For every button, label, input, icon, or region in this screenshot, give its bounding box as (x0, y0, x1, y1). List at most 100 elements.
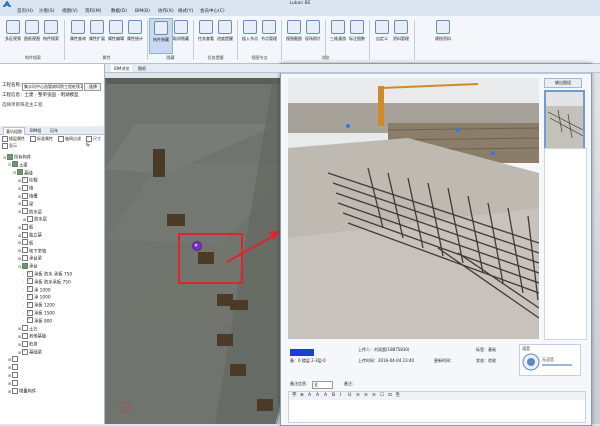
tree-node[interactable]: ·承板 800 (23, 317, 52, 324)
tree-checkbox[interactable] (12, 379, 18, 386)
editor-tool-button[interactable]: ≡ (356, 392, 360, 400)
checkbox[interactable] (30, 135, 36, 142)
tree-node[interactable]: ⊟ 基础 (13, 169, 33, 176)
tree-checkbox[interactable] (27, 278, 33, 285)
menu-sandbox[interactable]: 沙盘(S) (39, 7, 54, 16)
tree-node[interactable]: ⊞ 墙槽 (18, 192, 38, 200)
tree-checkbox[interactable] (27, 286, 33, 293)
ribbon-site-photo-button[interactable]: 现场照片 (302, 18, 324, 52)
tab-structure[interactable]: 基坑组图 (3, 127, 25, 135)
editor-tool-button[interactable]: ≡ (364, 392, 368, 400)
tree-checkbox[interactable] (12, 161, 18, 168)
checkbox[interactable] (58, 135, 64, 142)
comment-editor[interactable] (288, 400, 586, 423)
tree-checkbox[interactable] (22, 325, 28, 332)
editor-tool-button[interactable]: B (332, 392, 335, 400)
standard-filter-option[interactable]: 标准属性 (30, 135, 53, 142)
editor-tool-button[interactable]: A (324, 392, 327, 400)
remark-type-select[interactable]: 全 (312, 381, 333, 389)
tree-node[interactable]: ⊞ 防水层 (23, 215, 47, 223)
tree-node[interactable]: ⊞ 墙 (18, 184, 33, 192)
tree-checkbox[interactable] (27, 309, 33, 316)
editor-tool-button[interactable]: U (348, 392, 351, 400)
checkbox[interactable] (86, 135, 92, 142)
voice-progress-bar[interactable] (542, 364, 572, 366)
menu-style[interactable]: 样式(Y) (178, 7, 193, 16)
display-option[interactable]: 显示 (2, 142, 17, 149)
editor-tool-button[interactable]: ≡ (372, 392, 376, 400)
menu-home[interactable]: 首页(H) (17, 7, 33, 16)
voice-play-icon[interactable] (522, 353, 540, 371)
ribbon-annotation-button[interactable]: 标注图数 (346, 18, 368, 52)
menu-collab[interactable]: 协作(X) (158, 7, 174, 16)
tree-checkbox[interactable] (12, 371, 18, 378)
site-photo[interactable] (288, 78, 539, 339)
tree-checkbox[interactable] (27, 293, 33, 300)
tab-drawing[interactable]: 图纸 (135, 65, 149, 72)
photo-thumbnail[interactable] (544, 90, 585, 150)
tree-node[interactable]: ·承板 防水 承板 750 (23, 270, 72, 278)
tree-checkbox[interactable] (12, 387, 18, 394)
checkbox[interactable] (2, 135, 8, 142)
tree-checkbox[interactable] (22, 254, 28, 261)
tree-node[interactable]: ⊞ 其他基础 (18, 332, 46, 340)
editor-tool-button[interactable]: ⊕ (300, 392, 304, 400)
tab-history[interactable]: 历年 (48, 127, 60, 134)
ribbon-component-search-button[interactable]: 构件搜索 (40, 18, 62, 52)
photo-marker-icon[interactable] (192, 241, 202, 251)
tree-checkbox[interactable] (17, 169, 23, 176)
tree-node[interactable]: ⊞ 承台梁 (18, 254, 42, 262)
tree-checkbox[interactable] (27, 215, 33, 222)
tree-checkbox[interactable] (22, 223, 28, 230)
tab-bim[interactable]: BIM组 (28, 127, 43, 134)
editor-tool-button[interactable]: I (340, 392, 341, 400)
editor-tool-button[interactable]: A (308, 392, 311, 400)
tree-checkbox[interactable] (22, 200, 28, 207)
tree-node[interactable]: ⊞ (8, 364, 19, 371)
tree-checkbox[interactable] (22, 231, 28, 238)
tree-checkbox[interactable] (27, 317, 33, 324)
tree-node[interactable]: ·承板 防水承板 750 (23, 278, 71, 285)
filter-row[interactable]: 选择项目筛选主工程 (2, 102, 43, 110)
axis-filter-option[interactable]: 轴网过滤 (58, 135, 81, 142)
editor-tool-button[interactable]: ⊡ (388, 392, 392, 400)
tree-node[interactable]: ⊞ (8, 371, 19, 378)
tree-node[interactable]: ⊞ 板 (18, 223, 33, 231)
tree-node[interactable]: ⊟ 土建 (8, 161, 28, 168)
tree-checkbox[interactable] (22, 348, 28, 355)
menu-material[interactable]: 资料(M) (85, 7, 101, 16)
tree-checkbox[interactable] (7, 153, 13, 160)
tree-checkbox[interactable] (22, 239, 28, 246)
menu-member[interactable]: 会员中心(C) (200, 7, 225, 16)
editor-tool-button[interactable]: ⎘ (396, 392, 400, 400)
menu-view[interactable]: 视图(V) (62, 7, 78, 16)
ribbon-material-manage-button[interactable]: 资料管理 (390, 18, 412, 52)
tree-checkbox[interactable] (27, 270, 33, 277)
tree-node[interactable]: ⊟ 承台 (18, 262, 38, 270)
tree-node[interactable]: ⊟ 所有构件 (3, 153, 31, 161)
tree-node[interactable]: ⊞ 土方 (18, 325, 38, 332)
tree-checkbox[interactable] (12, 356, 18, 363)
tree-checkbox[interactable] (22, 176, 28, 183)
tree-node[interactable]: ·承 1000 (23, 293, 51, 301)
dimension-option[interactable]: 尺寸标 (86, 135, 104, 148)
schedule-value[interactable]: 土建 - 整单张国 - 明湖模型 (25, 93, 79, 98)
menu-bim[interactable]: BIM(B) (135, 7, 150, 16)
tree-node[interactable]: ⊞ 增量构件 (8, 387, 36, 395)
tree-checkbox[interactable] (22, 184, 28, 191)
tree-node[interactable]: ⊞ 独立基 (18, 231, 42, 239)
tree-node[interactable]: ·承板 1500 (23, 309, 55, 317)
project-select[interactable]: 集水坑中心血管病科院工程桩筏1 (22, 83, 83, 91)
tab-bim-view[interactable]: BIM浏览 (111, 65, 133, 72)
tree-checkbox[interactable] (12, 364, 18, 371)
editor-tool-button[interactable]: A (316, 392, 319, 400)
tree-checkbox[interactable] (22, 262, 28, 269)
tree-node[interactable]: ⊞ (8, 379, 19, 386)
tree-node[interactable]: ⊞ 防水层 (18, 208, 42, 215)
tree-checkbox[interactable] (22, 247, 28, 254)
ribbon-progress-reminder-button[interactable]: 进度提醒 (214, 18, 236, 52)
checkbox[interactable] (2, 142, 8, 149)
ribbon-unhide-button[interactable]: 取消隐藏 (170, 18, 192, 52)
tree-node[interactable]: ·承板 1200 (23, 301, 55, 309)
editor-tool-button[interactable]: ☐ (380, 392, 384, 400)
